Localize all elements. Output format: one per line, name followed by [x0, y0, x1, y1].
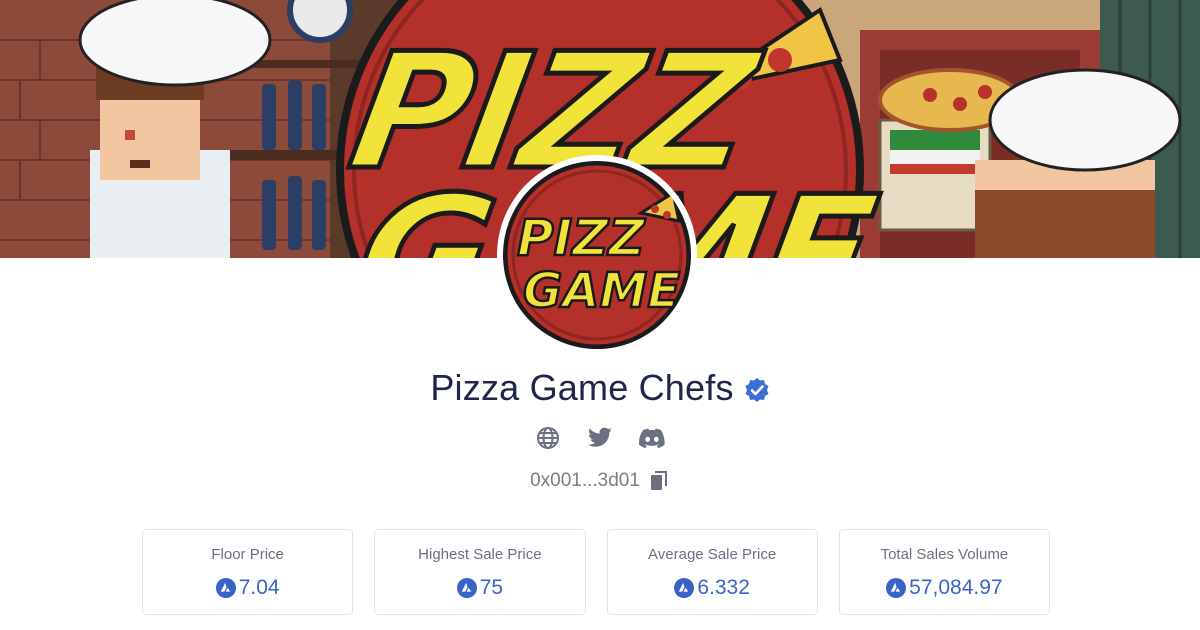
social-links [0, 424, 1200, 452]
discord-icon [639, 428, 665, 448]
stat-value-row: 57,084.97 [886, 576, 1003, 600]
globe-icon [537, 427, 559, 449]
avax-icon [886, 578, 907, 598]
stat-floor-price: Floor Price 7.04 [142, 529, 354, 615]
collection-stats: Floor Price 7.04 Highest Sale Price 75 A… [142, 529, 1050, 615]
contract-address: 0x001...3d01 [530, 470, 640, 491]
stat-label: Average Sale Price [648, 546, 777, 563]
stat-label: Highest Sale Price [418, 546, 542, 563]
twitter-link[interactable] [587, 425, 613, 451]
stat-value-row: 75 [456, 576, 504, 600]
stat-value: 7.04 [238, 576, 280, 599]
stat-value: 6.332 [697, 576, 750, 599]
copy-icon [650, 471, 667, 490]
stat-average-sale-price: Average Sale Price 6.332 [606, 529, 818, 615]
avatar-logo: PIZZ GAME [503, 161, 691, 349]
collection-title: Pizza Game Chefs [430, 367, 734, 408]
copy-address-button[interactable] [648, 470, 670, 492]
contract-address-row: 0x001...3d01 [0, 467, 1200, 495]
avax-icon [674, 578, 695, 598]
avax-icon [215, 578, 236, 598]
stat-highest-sale-price: Highest Sale Price 75 [374, 529, 586, 615]
verified-badge-icon [744, 377, 770, 403]
stat-value-row: 7.04 [215, 576, 280, 600]
collection-avatar: PIZZ GAME [497, 155, 697, 355]
twitter-icon [587, 427, 612, 447]
stat-value: 75 [479, 576, 504, 599]
website-link[interactable] [535, 425, 561, 451]
stat-label: Floor Price [211, 546, 284, 563]
avatar-logo-line1: PIZZ [517, 209, 647, 267]
stat-label: Total Sales Volume [880, 546, 1009, 563]
stat-value-row: 6.332 [674, 576, 750, 600]
avax-icon [456, 578, 477, 598]
stat-value: 57,084.97 [909, 576, 1003, 599]
stat-total-sales-volume: Total Sales Volume 57,084.97 [838, 529, 1050, 615]
avatar-logo-line2: GAME [523, 263, 680, 319]
discord-link[interactable] [639, 425, 665, 451]
collection-header: Pizza Game Chefs [0, 364, 1200, 412]
